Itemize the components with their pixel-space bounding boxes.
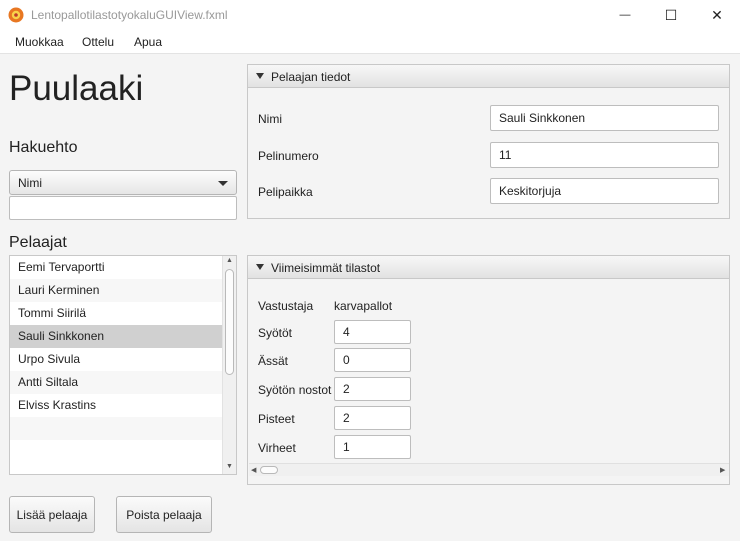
window-title: LentopallotilastotyokaluGUIView.fxml [31,8,228,22]
number-field[interactable]: 11 [490,142,719,168]
aces-field[interactable]: 0 [334,348,411,372]
close-icon: ✕ [711,6,723,23]
number-field-value: 11 [499,148,512,162]
scroll-down-arrow-icon[interactable]: ▼ [226,463,233,470]
players-label: Pelaajat [9,234,67,251]
serve-lifts-value: 2 [343,382,350,396]
errors-value: 1 [343,440,350,454]
list-item-selected[interactable]: Sauli Sinkkonen [10,325,223,348]
list-item[interactable]: Tommi Siirilä [10,302,223,325]
list-item[interactable]: Eemi Tervaportti [10,256,223,279]
player-info-pane: Pelaajan tiedot Nimi Sauli Sinkkonen Pel… [247,64,730,219]
search-input[interactable] [9,196,237,220]
serves-field[interactable]: 4 [334,320,411,344]
scrollbar-thumb[interactable] [260,466,278,474]
minimize-button[interactable]: — [602,0,648,30]
scroll-left-arrow-icon[interactable]: ◀ [251,466,256,474]
points-field[interactable]: 2 [334,406,411,430]
remove-player-button[interactable]: Poista pelaaja [116,496,212,533]
app-logo-icon [8,7,24,23]
list-item[interactable]: Urpo Sivula [10,348,223,371]
menu-muokkaa[interactable]: Muokkaa [15,35,64,49]
aces-label: Ässät [258,354,289,368]
errors-field[interactable]: 1 [334,435,411,459]
points-value: 2 [343,411,350,425]
serve-lifts-label: Syötön nostot [258,383,332,397]
list-item[interactable]: Lauri Kerminen [10,279,223,302]
add-player-button[interactable]: Lisää pelaaja [9,496,95,533]
errors-label: Virheet [258,441,296,455]
latest-stats-pane: Viimeisimmät tilastot Vastustaja karvapa… [247,255,730,485]
player-info-title: Pelaajan tiedot [271,70,351,84]
serves-value: 4 [343,325,350,339]
triangle-down-icon [256,73,264,79]
list-item[interactable]: Antti Siltala [10,371,223,394]
team-name-title: Puulaaki [9,69,144,108]
scroll-up-arrow-icon[interactable]: ▲ [226,257,233,264]
player-info-header[interactable]: Pelaajan tiedot [248,65,729,88]
search-criterion-value: Nimi [18,176,42,190]
list-item-empty [10,417,223,440]
points-label: Pisteet [258,412,295,426]
maximize-icon: ☐ [664,6,678,23]
position-label: Pelipaikka [258,185,313,199]
search-criterion-combobox[interactable]: Nimi [9,170,237,195]
number-label: Pelinumero [258,149,319,163]
name-field[interactable]: Sauli Sinkkonen [490,105,719,131]
name-field-value: Sauli Sinkkonen [499,111,586,125]
menu-apua[interactable]: Apua [134,35,162,49]
chevron-down-icon [218,181,228,186]
menu-ottelu[interactable]: Ottelu [82,35,114,49]
window-titlebar: LentopallotilastotyokaluGUIView.fxml — ☐… [0,0,740,30]
latest-stats-title: Viimeisimmät tilastot [271,261,381,275]
search-criterion-label: Hakuehto [9,139,78,156]
scroll-right-arrow-icon[interactable]: ▶ [720,466,725,474]
close-window-button[interactable]: ✕ [694,0,740,30]
stats-horizontal-scrollbar[interactable]: ◀ ▶ [249,463,729,476]
opponent-value: karvapallot [334,299,393,313]
position-field[interactable]: Keskitorjuja [490,178,719,204]
latest-stats-header[interactable]: Viimeisimmät tilastot [248,256,729,279]
aces-value: 0 [343,353,350,367]
serve-lifts-field[interactable]: 2 [334,377,411,401]
players-list-scrollbar[interactable]: ▲ ▼ [222,256,236,474]
opponent-label: Vastustaja [258,299,314,313]
players-list[interactable]: Eemi Tervaportti Lauri Kerminen Tommi Si… [9,255,237,475]
position-field-value: Keskitorjuja [499,184,562,198]
minimize-icon: — [619,9,631,21]
scrollbar-thumb[interactable] [225,269,234,375]
menu-bar: Muokkaa Ottelu Apua [0,30,740,54]
list-item-empty [10,440,223,463]
maximize-button[interactable]: ☐ [648,0,694,30]
list-item[interactable]: Elviss Krastins [10,394,223,417]
triangle-down-icon [256,264,264,270]
name-label: Nimi [258,112,282,126]
serves-label: Syötöt [258,326,293,340]
